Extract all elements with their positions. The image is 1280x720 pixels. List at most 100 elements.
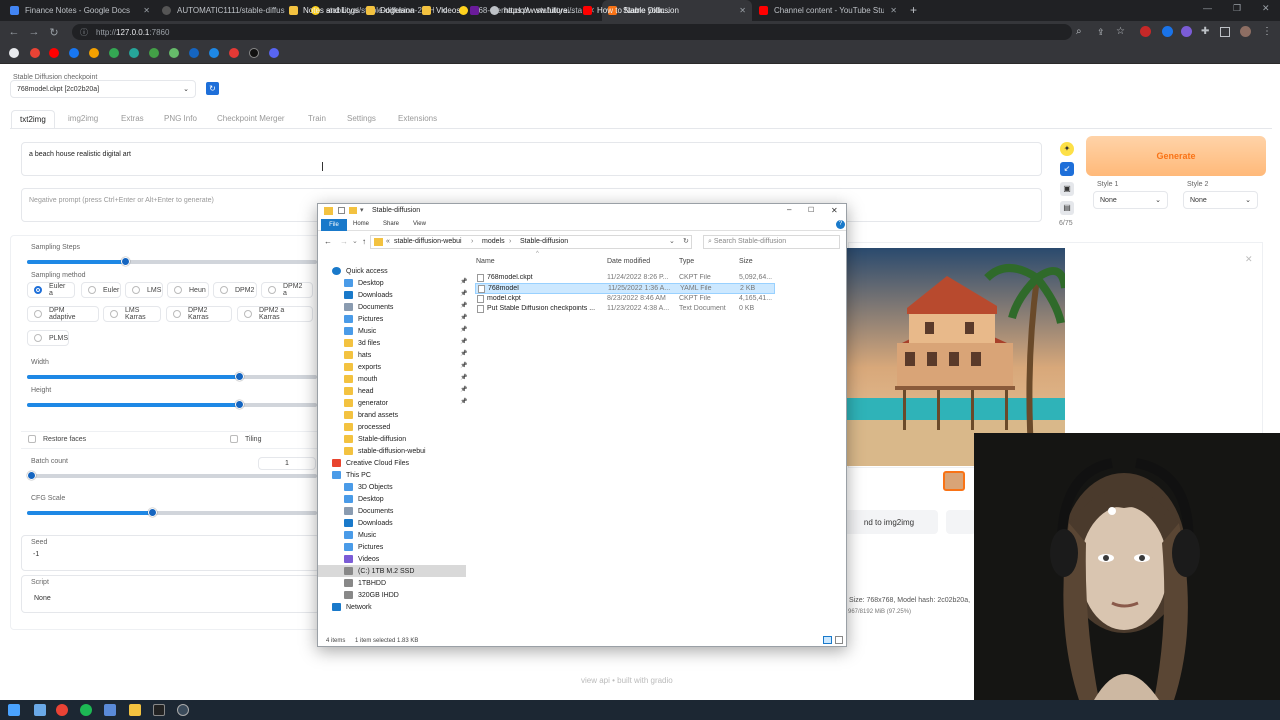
sampler-lms-karras[interactable]: LMS Karras [103, 306, 161, 322]
maximize-icon[interactable]: ❐ [1233, 3, 1241, 14]
generate-button[interactable]: Generate [1086, 136, 1266, 176]
tab-train[interactable]: Train [308, 114, 326, 123]
spotify-icon[interactable] [80, 704, 92, 716]
pin-icon[interactable]: 📌 [460, 374, 467, 381]
nav-item[interactable]: 3D Objects [344, 481, 393, 493]
batch-count-input[interactable]: 1 [258, 457, 316, 470]
nav-item[interactable]: 3d files [344, 337, 380, 349]
maximize-icon[interactable]: ☐ [808, 206, 814, 214]
file-explorer-icon[interactable] [129, 704, 141, 716]
bookmark-icon-only[interactable] [470, 5, 484, 16]
nav-item[interactable]: (C:) 1TB M.2 SSD [318, 565, 466, 577]
sampler-dpm2[interactable]: DPM2 [213, 282, 257, 298]
browser-tab[interactable]: Finance Notes - Google Docs ✕ [4, 0, 156, 21]
chevron-down-icon[interactable]: ▾ [360, 206, 364, 214]
bookmark-dogelana[interactable]: Dogelana [366, 5, 414, 16]
tiling-checkbox[interactable]: Tiling [230, 435, 261, 443]
bookmark-videos[interactable]: Videos [422, 5, 460, 16]
close-icon[interactable]: ✕ [831, 206, 838, 215]
nav-item[interactable]: 1TBHDD [344, 577, 386, 589]
nav-item[interactable]: Pictures [344, 313, 383, 325]
terminal-icon[interactable] [153, 704, 165, 716]
path-segment[interactable]: stable-diffusion-webui [394, 238, 462, 245]
nav-item[interactable]: Network [332, 601, 372, 613]
nav-item[interactable]: head [344, 385, 374, 397]
sampler-euler[interactable]: Euler [81, 282, 121, 298]
nav-item[interactable]: Videos [344, 553, 379, 565]
chevron-down-icon[interactable]: ⌄ [352, 237, 358, 245]
ribbon-tab-share[interactable]: Share [383, 221, 399, 227]
pin-icon[interactable]: 📌 [460, 314, 467, 321]
zoom-search-icon[interactable]: ⌕ [1076, 26, 1082, 37]
tab-extras[interactable]: Extras [121, 114, 144, 123]
refresh-checkpoint-button[interactable]: ↻ [206, 82, 219, 95]
pin-icon[interactable]: 📌 [460, 386, 467, 393]
windows-start-icon[interactable] [8, 704, 20, 716]
pin-icon[interactable]: 📌 [460, 302, 467, 309]
file-row-selected[interactable]: 768model 11/25/2022 1:36 A... YAML File … [475, 283, 775, 294]
close-icon[interactable]: ✕ [1245, 254, 1253, 265]
pin-icon[interactable]: 📌 [460, 326, 467, 333]
ribbon-tab-home[interactable]: Home [353, 221, 369, 227]
youtube-icon[interactable] [49, 48, 59, 58]
sampler-dpm2-a[interactable]: DPM2 a [261, 282, 313, 298]
chrome-icon[interactable] [56, 704, 68, 716]
paste-button[interactable]: ↙ [1060, 162, 1074, 176]
nav-item[interactable]: generator [344, 397, 388, 409]
nav-item[interactable]: processed [344, 421, 390, 433]
apps-icon[interactable] [9, 48, 19, 58]
slider-handle[interactable] [235, 400, 244, 409]
share-icon[interactable]: ⇪ [1097, 27, 1105, 38]
details-view-icon[interactable] [823, 636, 832, 644]
tab-txt2img[interactable]: txt2img [11, 110, 55, 128]
path-segment[interactable]: models [482, 238, 505, 245]
nav-item[interactable]: Desktop [344, 493, 384, 505]
batch-count-slider[interactable] [27, 474, 317, 478]
browser-tab[interactable]: Channel content - YouTube Studi ✕ [753, 0, 903, 21]
bookmark-icon[interactable] [149, 48, 159, 58]
search-input[interactable]: ⌕ Search Stable-diffusion [703, 235, 840, 249]
browser-tab[interactable]: AUTOMATIC1111/stable-diffusion✕ [156, 0, 304, 21]
bookmark-icon[interactable] [209, 48, 219, 58]
nav-item[interactable]: Creative Cloud Files [332, 457, 409, 469]
script-select[interactable]: None [34, 595, 51, 602]
pin-icon[interactable]: 📌 [460, 398, 467, 405]
menu-icon[interactable]: ⋮ [1262, 26, 1272, 37]
pin-icon[interactable]: 📌 [460, 290, 467, 297]
ribbon-tab-view[interactable]: View [413, 221, 426, 227]
nav-item[interactable]: brand assets [344, 409, 398, 421]
quick-access-toolbar-icon[interactable] [338, 207, 345, 214]
avatar[interactable] [1240, 26, 1251, 37]
help-icon[interactable]: ? [836, 220, 845, 229]
bookmark-icon[interactable] [169, 48, 179, 58]
pin-icon[interactable]: 📌 [460, 350, 467, 357]
nav-item[interactable]: Music [344, 325, 376, 337]
large-icons-view-icon[interactable] [835, 636, 843, 644]
nav-item[interactable]: Documents [344, 505, 393, 517]
reload-icon[interactable]: ↻ [44, 26, 64, 39]
restore-faces-checkbox[interactable]: Restore faces [28, 435, 86, 443]
sampler-dpm-adaptive[interactable]: DPM adaptive [27, 306, 99, 322]
slider-handle[interactable] [235, 372, 244, 381]
address-path-bar[interactable]: « stable-diffusion-webui › models › Stab… [370, 235, 692, 249]
bookmark-star-icon[interactable]: ☆ [1116, 26, 1125, 37]
close-window-icon[interactable]: ✕ [1262, 3, 1270, 14]
sidepanel-icon[interactable] [1220, 27, 1230, 37]
address-bar[interactable]: ⓘ http://127.0.0.1:7860 [72, 24, 1072, 40]
new-tab-icon[interactable]: + [910, 3, 917, 17]
task-view-icon[interactable] [34, 704, 46, 716]
slider-handle[interactable] [121, 257, 130, 266]
sampler-lms[interactable]: LMS [125, 282, 163, 298]
nav-item[interactable]: mouth [344, 373, 377, 385]
close-tab-icon[interactable]: ✕ [739, 6, 746, 15]
minimize-icon[interactable]: – [787, 205, 791, 214]
nav-item[interactable]: Music [344, 529, 376, 541]
style1-select[interactable]: None ⌄ [1093, 191, 1168, 209]
nav-item[interactable]: 320GB IHDD [344, 589, 399, 601]
sampler-plms[interactable]: PLMS [27, 330, 69, 346]
bookmark-icon[interactable] [229, 48, 239, 58]
nav-item[interactable]: Documents [344, 301, 393, 313]
nav-item[interactable]: Stable-diffusion [344, 433, 406, 445]
seed-input[interactable]: -1 [33, 551, 39, 558]
checkpoint-select[interactable]: 768model.ckpt [2c02b20a] ⌄ [10, 80, 196, 98]
